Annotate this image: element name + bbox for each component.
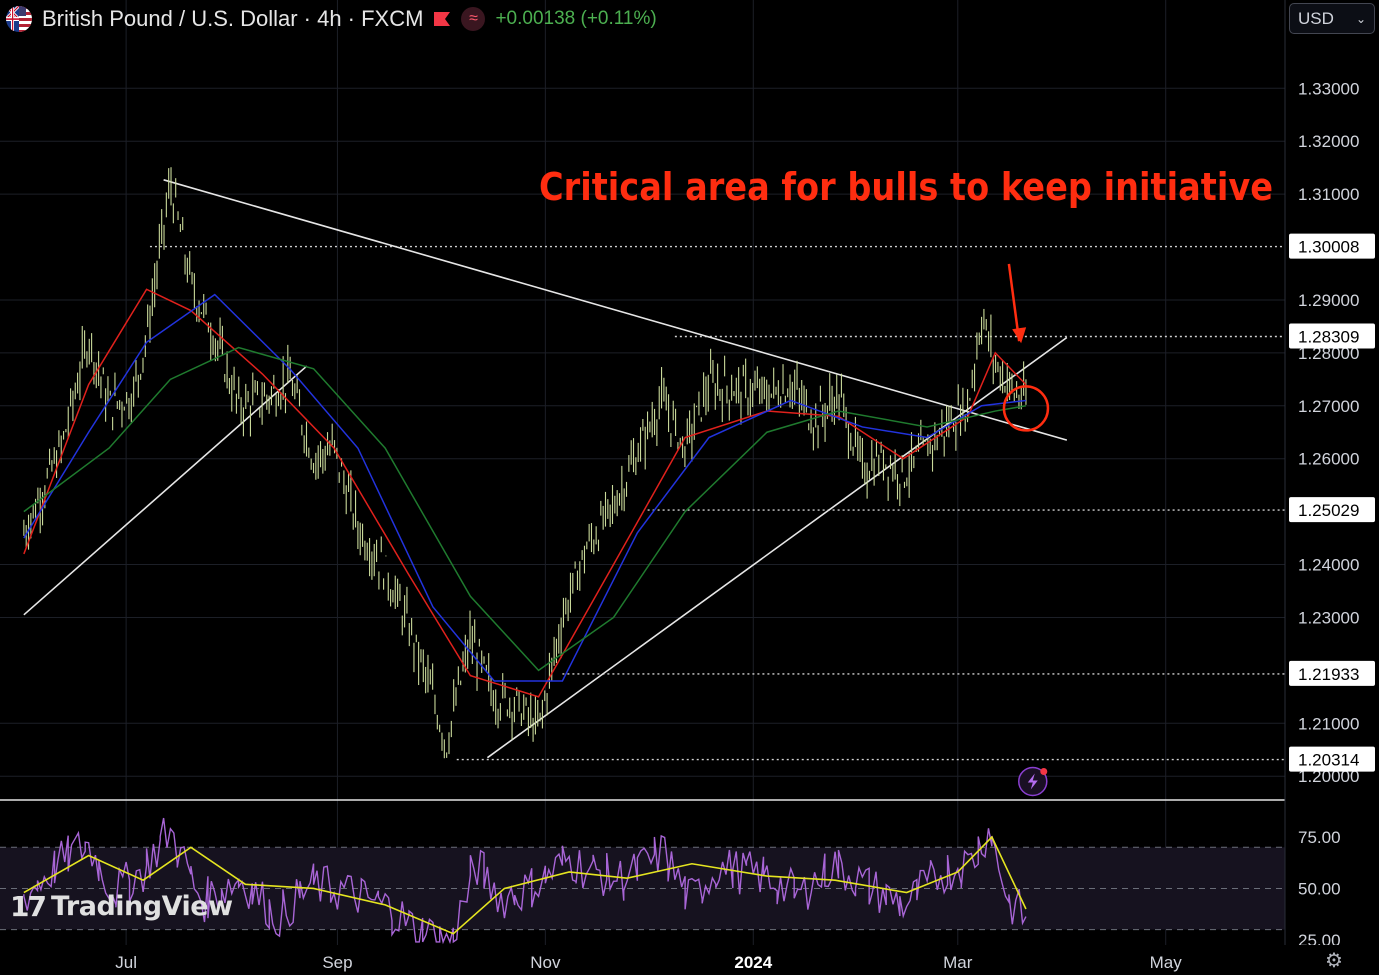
- notification-dot: [1040, 767, 1048, 775]
- level-price-label: 1.30008: [1298, 238, 1359, 257]
- wave-icon[interactable]: ≈: [461, 7, 486, 31]
- time-tick-label: Jul: [115, 953, 137, 972]
- red-flag-icon[interactable]: [433, 11, 451, 27]
- annotation-layer: Critical area for bulls to keep initiati…: [539, 165, 1273, 797]
- price-tick-label: 1.32000: [1298, 132, 1359, 151]
- time-tick-label: 2024: [734, 953, 772, 972]
- price-tick-label: 1.23000: [1298, 608, 1359, 627]
- price-axis[interactable]: 1.330001.320001.310001.290001.280001.270…: [1284, 0, 1379, 975]
- time-tick-label: Nov: [530, 953, 561, 972]
- price-tick-label: 1.33000: [1298, 79, 1359, 98]
- settings-icon[interactable]: ⚙: [1322, 950, 1346, 972]
- annotation-text: Critical area for bulls to keep initiati…: [539, 165, 1273, 209]
- price-tick-label: 1.26000: [1298, 450, 1359, 469]
- price-tick-label: 1.24000: [1298, 556, 1359, 575]
- ma-fast-line: [23, 288, 1027, 698]
- ma-slow-line: [23, 346, 1027, 672]
- support-trend-line-left[interactable]: [23, 365, 308, 616]
- price-tick-label: 1.31000: [1298, 185, 1359, 204]
- horizontal-levels: [149, 245, 1285, 761]
- chart-header: British Pound / U.S. Dollar · 4h · FXCM …: [6, 4, 657, 34]
- price-series-layer: [23, 167, 1027, 759]
- grid-lines: [0, 0, 1379, 945]
- time-tick-label: Sep: [322, 953, 352, 972]
- time-tick-label: May: [1150, 953, 1183, 972]
- price-tick-label: 1.27000: [1298, 397, 1359, 416]
- rsi-tick-label: 75.00: [1298, 828, 1341, 847]
- chart-canvas[interactable]: Critical area for bulls to keep initiati…: [0, 0, 1379, 975]
- price-tick-label: 1.29000: [1298, 291, 1359, 310]
- tv-logo-icon: 17: [10, 890, 47, 923]
- rsi-tick-label: 50.00: [1298, 879, 1341, 898]
- price-change: +0.00138 (+0.11%): [495, 8, 657, 29]
- time-tick-label: Mar: [943, 953, 973, 972]
- logo-text: TradingView: [50, 891, 233, 922]
- support-trend-line-main[interactable]: [486, 336, 1068, 759]
- level-price-label: 1.20314: [1298, 751, 1359, 770]
- level-price-label: 1.21933: [1298, 665, 1359, 684]
- currency-label: USD: [1298, 8, 1334, 28]
- level-price-label: 1.25029: [1298, 501, 1359, 520]
- price-tick-label: 1.21000: [1298, 714, 1359, 733]
- chevron-down-icon: ⌄: [1355, 11, 1366, 26]
- time-axis[interactable]: Jul Sep Nov 2024 Mar May: [0, 945, 1379, 975]
- currency-select[interactable]: USD ⌄: [1289, 3, 1375, 34]
- symbol-title[interactable]: British Pound / U.S. Dollar · 4h · FXCM: [42, 6, 423, 32]
- level-price-label: 1.28309: [1298, 328, 1359, 347]
- tradingview-logo[interactable]: 17 TradingView: [10, 890, 233, 923]
- gbp-usd-flag-icon: [6, 6, 32, 32]
